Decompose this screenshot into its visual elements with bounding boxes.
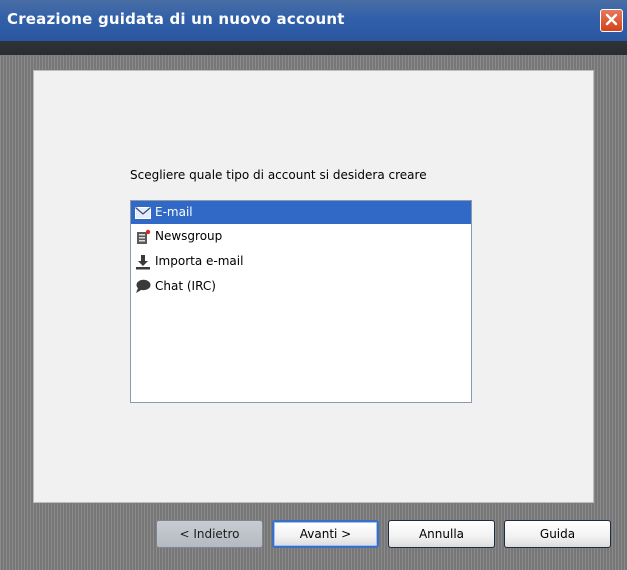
help-button[interactable]: Guida xyxy=(504,520,611,548)
list-item-newsgroup[interactable]: Newsgroup xyxy=(131,224,471,249)
account-wizard-window: Creazione guidata di un nuovo account Sc… xyxy=(0,0,627,570)
account-type-prompt: Scegliere quale tipo di account si desid… xyxy=(130,168,427,182)
envelope-icon xyxy=(134,205,152,221)
list-item-label: E-mail xyxy=(155,205,193,219)
download-icon xyxy=(134,254,152,270)
list-item-label: Chat (IRC) xyxy=(155,279,216,293)
back-button[interactable]: < Indietro xyxy=(156,520,263,548)
next-button[interactable]: Avanti > xyxy=(272,520,379,548)
list-item-email[interactable]: E-mail xyxy=(131,201,471,224)
title-bar: Creazione guidata di un nuovo account xyxy=(0,0,627,55)
list-item-import-email[interactable]: Importa e-mail xyxy=(131,249,471,274)
list-item-label: Newsgroup xyxy=(155,229,223,243)
list-item-label: Importa e-mail xyxy=(155,254,244,268)
cancel-button[interactable]: Annulla xyxy=(388,520,495,548)
chat-bubble-icon xyxy=(134,279,152,295)
close-icon xyxy=(605,11,618,30)
close-button[interactable] xyxy=(600,9,623,32)
newsgroup-icon xyxy=(134,229,152,245)
window-title: Creazione guidata di un nuovo account xyxy=(7,10,345,28)
account-type-list[interactable]: E-mail Newsgroup Importa e-mail Chat (IR… xyxy=(130,200,472,403)
list-item-chat-irc[interactable]: Chat (IRC) xyxy=(131,274,471,299)
